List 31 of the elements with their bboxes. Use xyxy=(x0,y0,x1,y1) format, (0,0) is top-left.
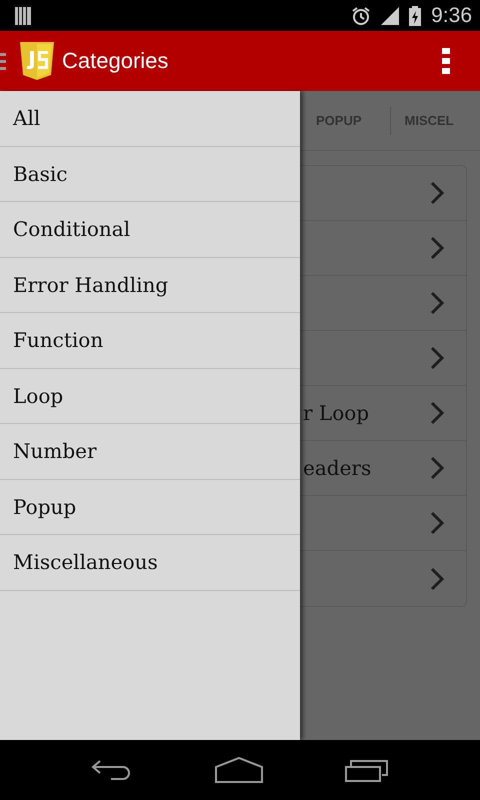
list-item-text: eaders xyxy=(303,456,372,480)
list-item-text: r Loop xyxy=(303,401,370,425)
shield-logo-icon[interactable] xyxy=(20,42,54,80)
alarm-icon xyxy=(351,6,372,26)
category-item[interactable]: Conditional xyxy=(0,202,300,258)
category-item[interactable]: Miscellaneous xyxy=(0,535,300,590)
battery-icon xyxy=(409,6,422,26)
category-item[interactable]: Popup xyxy=(0,480,300,535)
chevron-right-icon[interactable] xyxy=(430,346,444,370)
chevron-right-icon[interactable] xyxy=(430,456,444,480)
category-item[interactable]: All xyxy=(0,91,300,146)
signal-icon xyxy=(381,6,400,24)
recent-apps-icon[interactable] xyxy=(345,758,389,782)
chevron-right-icon[interactable] xyxy=(430,236,444,260)
chevron-right-icon[interactable] xyxy=(430,181,444,205)
menu-icon[interactable] xyxy=(0,52,6,70)
category-item[interactable]: Function xyxy=(0,313,300,368)
chevron-right-icon[interactable] xyxy=(430,566,444,590)
chevron-right-icon[interactable] xyxy=(430,291,444,315)
category-item[interactable]: Basic xyxy=(0,146,300,202)
barcode-icon xyxy=(15,6,31,24)
category-item[interactable]: Error Handling xyxy=(0,258,300,313)
home-icon[interactable] xyxy=(215,757,263,783)
overflow-menu-icon[interactable] xyxy=(442,48,450,74)
chevron-right-icon[interactable] xyxy=(430,401,444,425)
app-title: Categories xyxy=(62,48,170,74)
back-icon[interactable] xyxy=(91,759,133,781)
category-item[interactable]: Loop xyxy=(0,368,300,424)
chevron-right-icon[interactable] xyxy=(430,511,444,535)
category-item[interactable]: Number xyxy=(0,424,300,480)
clock-time: 9:36 xyxy=(431,4,472,28)
